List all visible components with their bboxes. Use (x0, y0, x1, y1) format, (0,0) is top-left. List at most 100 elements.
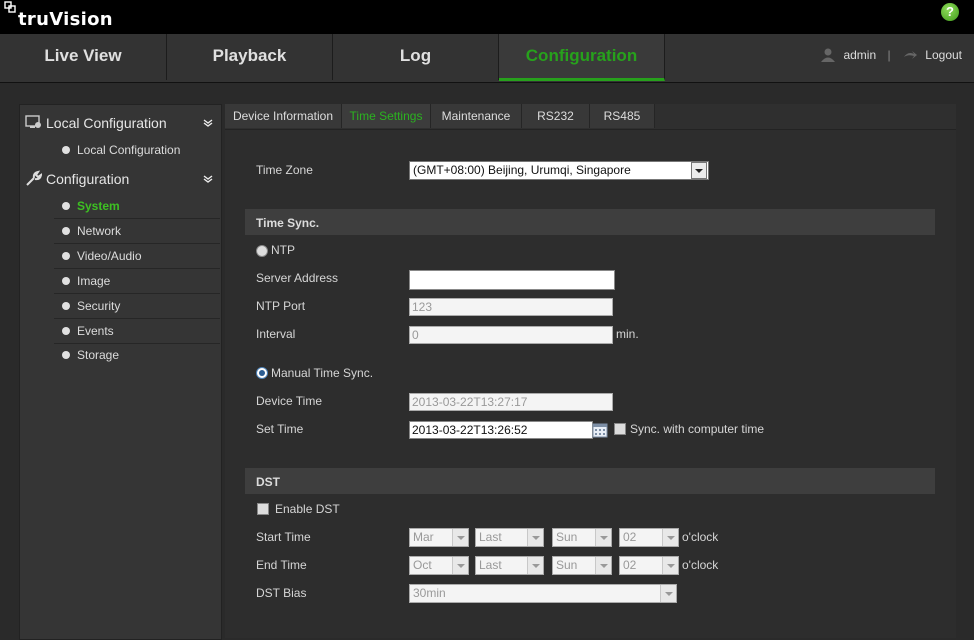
sidebar-head-label: Local Configuration (46, 115, 167, 131)
sidebar-item-label: Network (77, 224, 122, 238)
start-time-label: Start Time (256, 530, 311, 544)
section-title: DST (256, 475, 280, 489)
time-zone-value: (GMT+08:00) Beijing, Urumqi, Singapore (413, 163, 631, 177)
start-month-value: Mar (413, 530, 434, 544)
start-hour-select[interactable]: 02 (619, 528, 679, 547)
manual-time-sync-radio[interactable] (256, 367, 268, 379)
sidebar-item-label: Image (77, 274, 111, 288)
sidebar-item-image[interactable]: Image (54, 269, 220, 294)
help-icon[interactable]: ? (941, 3, 959, 21)
monitor-settings-icon (25, 115, 41, 128)
tab-device-information[interactable]: Device Information (225, 104, 342, 128)
sidebar-item-label: Security (77, 299, 121, 313)
sub-tabs: Device Information Time Settings Mainten… (225, 104, 956, 130)
wrench-icon (26, 170, 42, 186)
device-time-field: 2013-03-22T13:27:17 (409, 393, 613, 411)
top-bar: truVision ? (0, 0, 974, 34)
start-week-select[interactable]: Last (475, 528, 544, 547)
sidebar-item-label: System (77, 199, 120, 213)
dst-bias-label: DST Bias (256, 586, 307, 600)
tab-log[interactable]: Log (333, 34, 499, 80)
sidebar-item-label: Local Configuration (77, 143, 181, 157)
dropdown-arrow-icon[interactable] (452, 529, 468, 546)
server-address-label: Server Address (256, 271, 339, 285)
end-week-select[interactable]: Last (475, 556, 544, 575)
interval-input[interactable]: 0 (409, 326, 613, 344)
end-hour-select[interactable]: 02 (619, 556, 679, 575)
sidebar-head-label: Configuration (46, 171, 130, 187)
tab-configuration[interactable]: Configuration (499, 34, 665, 81)
end-day-select[interactable]: Sun (552, 556, 612, 575)
sidebar-item-label: Events (77, 324, 114, 338)
ntp-label: NTP (271, 243, 295, 257)
dropdown-arrow-icon[interactable] (660, 585, 676, 602)
dropdown-arrow-icon[interactable] (662, 529, 678, 546)
bullet-icon (62, 277, 70, 285)
sidebar-item-label: Storage (77, 348, 120, 362)
dst-bias-select[interactable]: 30min (409, 584, 677, 603)
tab-maintenance[interactable]: Maintenance (431, 104, 522, 128)
set-time-input[interactable]: 2013-03-22T13:26:52 (409, 421, 593, 439)
end-oclock-label: o'clock (682, 558, 719, 572)
end-month-select[interactable]: Oct (409, 556, 469, 575)
dropdown-arrow-icon[interactable] (452, 557, 468, 574)
sidebar-item-security[interactable]: Security (54, 294, 220, 319)
end-day-value: Sun (556, 558, 578, 572)
sidebar-item-label: Video/Audio (77, 249, 142, 263)
ntp-port-input[interactable]: 123 (409, 298, 613, 316)
time-zone-label: Time Zone (256, 163, 313, 177)
time-settings-content: Time Zone (GMT+08:00) Beijing, Urumqi, S… (225, 130, 956, 638)
divider: | (887, 47, 891, 62)
section-title: Time Sync. (256, 216, 320, 230)
sidebar-item-video-audio[interactable]: Video/Audio (54, 244, 220, 269)
dropdown-arrow-icon[interactable] (595, 529, 611, 546)
end-week-value: Last (479, 558, 502, 572)
start-day-select[interactable]: Sun (552, 528, 612, 547)
enable-dst-checkbox[interactable] (257, 503, 269, 515)
ntp-radio[interactable] (256, 245, 268, 257)
chevron-down-icon[interactable] (203, 118, 213, 128)
user-icon (821, 48, 836, 62)
set-time-label: Set Time (256, 422, 304, 436)
sidebar-item-system[interactable]: System (54, 194, 220, 219)
sidebar: Local Configuration Local Configuration … (19, 104, 222, 640)
start-oclock-label: o'clock (682, 530, 719, 544)
main-nav: Live View Playback Log Configuration adm… (0, 34, 974, 83)
bullet-icon (62, 351, 70, 359)
logout-link[interactable]: Logout (925, 48, 962, 62)
dropdown-arrow-icon[interactable] (527, 529, 543, 546)
sidebar-item-storage[interactable]: Storage (54, 343, 220, 367)
sidebar-item-events[interactable]: Events (54, 319, 220, 344)
sidebar-head-local-config[interactable]: Local Configuration (20, 105, 221, 133)
dst-bias-value: 30min (413, 586, 446, 600)
tab-rs232[interactable]: RS232 (522, 104, 590, 128)
start-month-select[interactable]: Mar (409, 528, 469, 547)
tab-time-settings[interactable]: Time Settings (342, 104, 431, 128)
sidebar-item-local-configuration[interactable]: Local Configuration (54, 138, 220, 162)
server-address-input[interactable] (409, 270, 615, 290)
dropdown-arrow-icon[interactable] (662, 557, 678, 574)
device-time-label: Device Time (256, 394, 323, 408)
dropdown-arrow-icon[interactable] (691, 162, 707, 179)
calendar-icon[interactable] (592, 422, 608, 438)
end-time-label: End Time (256, 558, 307, 572)
logout-icon[interactable] (902, 49, 918, 61)
sidebar-item-network[interactable]: Network (54, 219, 220, 244)
username[interactable]: admin (843, 48, 876, 62)
bullet-icon (62, 327, 70, 335)
interval-unit: min. (616, 327, 639, 341)
end-month-value: Oct (413, 558, 432, 572)
tab-playback[interactable]: Playback (167, 34, 333, 80)
sidebar-head-configuration[interactable]: Configuration (20, 161, 221, 189)
tab-rs485[interactable]: RS485 (590, 104, 655, 128)
bullet-icon (62, 202, 70, 210)
dropdown-arrow-icon[interactable] (527, 557, 543, 574)
time-zone-select[interactable]: (GMT+08:00) Beijing, Urumqi, Singapore (409, 161, 709, 180)
dropdown-arrow-icon[interactable] (595, 557, 611, 574)
settings-panel: Device Information Time Settings Mainten… (225, 104, 956, 638)
chevron-down-icon[interactable] (203, 174, 213, 184)
bullet-icon (62, 252, 70, 260)
bullet-icon (62, 227, 70, 235)
tab-live-view[interactable]: Live View (0, 34, 167, 80)
sync-computer-time-checkbox[interactable] (614, 423, 626, 435)
